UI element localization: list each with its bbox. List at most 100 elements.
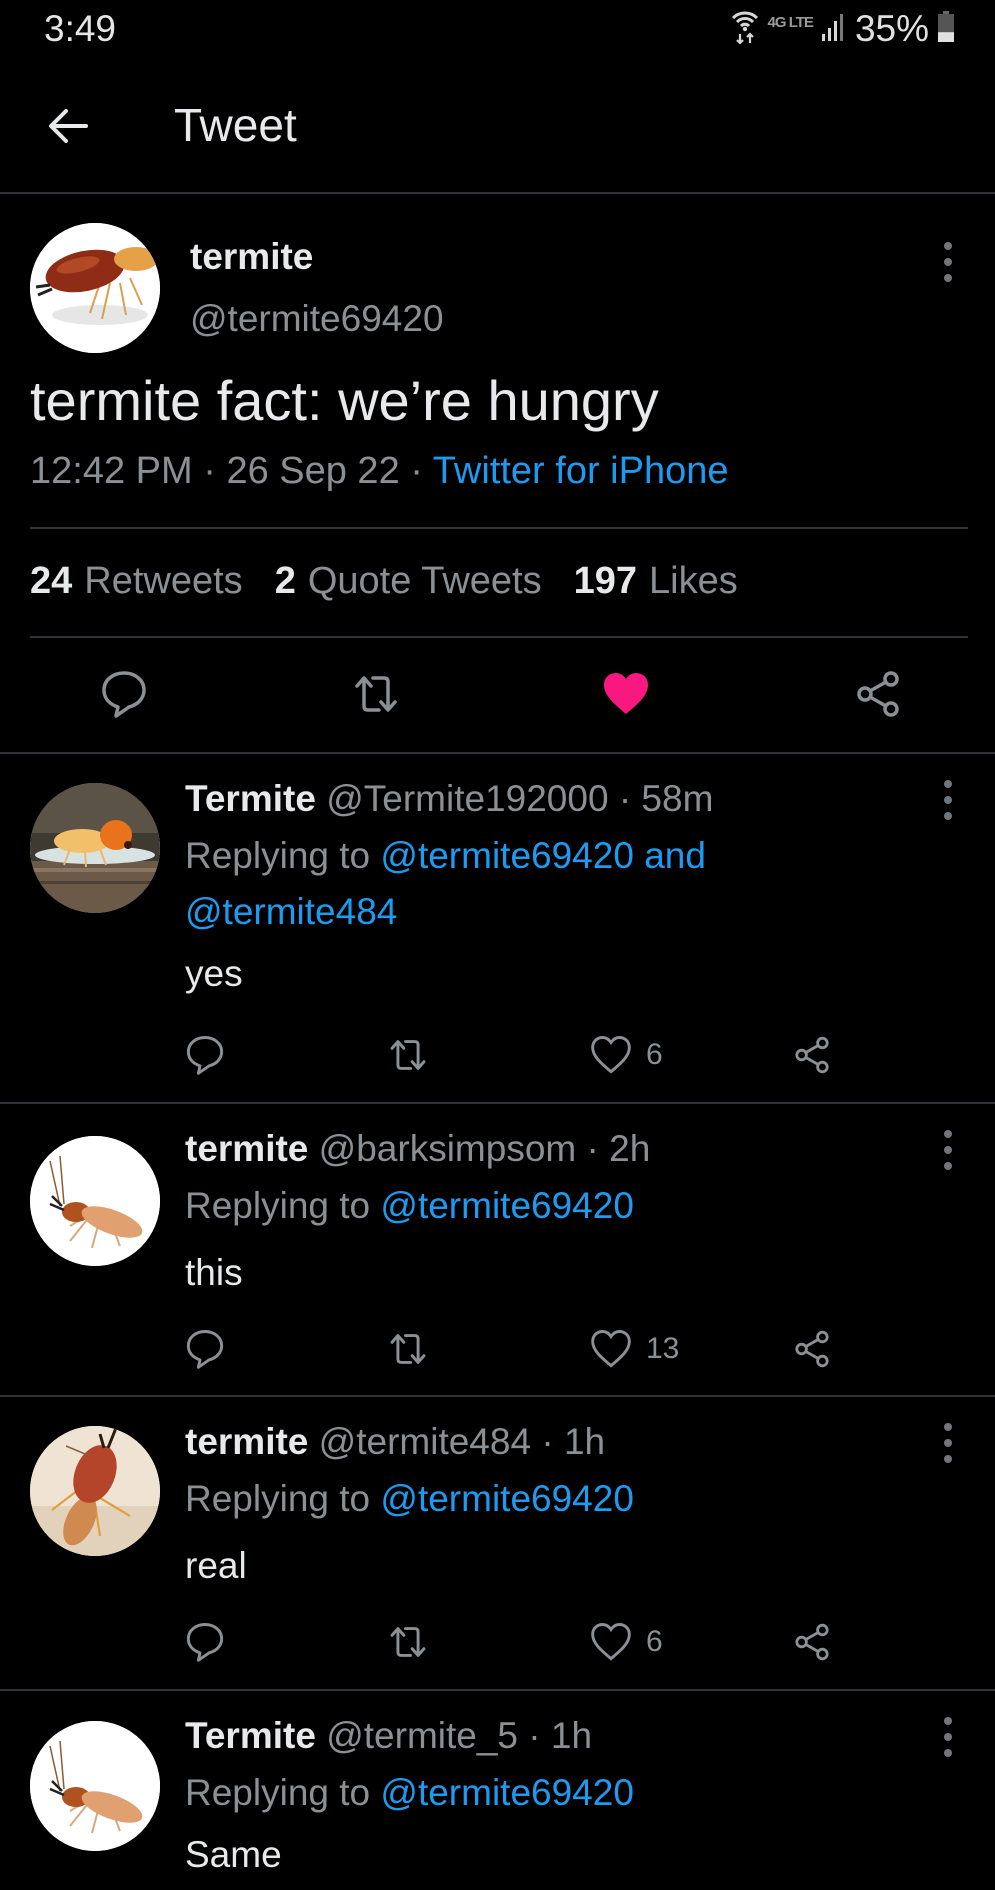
more-dot	[944, 796, 952, 804]
mention-link[interactable]: @termite69420	[380, 1772, 634, 1813]
avatar[interactable]	[30, 223, 160, 353]
share-button[interactable]	[850, 666, 906, 722]
reply-author-name[interactable]: termite	[185, 1421, 308, 1462]
stats-bottom-divider	[30, 636, 968, 638]
reply-author-handle[interactable]: @termite484	[319, 1421, 531, 1462]
tweet-stats: 24 Retweets 2 Quote Tweets 197 Likes	[30, 560, 738, 603]
mention-link[interactable]: @termite69420	[380, 1478, 634, 1519]
like-count: 6	[646, 1625, 663, 1658]
like-count: 13	[646, 1332, 680, 1365]
more-dot	[944, 1733, 952, 1741]
more-options-button[interactable]	[928, 770, 968, 830]
meta-separator: ·	[399, 450, 433, 492]
page-title: Tweet	[174, 99, 297, 151]
more-dot	[944, 780, 952, 788]
reply-item[interactable]: Termite @Termite192000 · 58m Replying to…	[0, 752, 995, 1102]
tweet-meta: 12:42 PM · 26 Sep 22 · Twitter for iPhon…	[30, 450, 728, 493]
reply-author-name[interactable]: Termite	[185, 778, 316, 819]
reply-actions: 6	[185, 1617, 845, 1667]
reply-avatar[interactable]	[30, 783, 160, 913]
reply-text: yes	[185, 953, 243, 994]
wifi-icon	[730, 9, 760, 50]
share-icon	[795, 1036, 829, 1074]
more-options-button[interactable]	[928, 1707, 968, 1767]
retweets-stat[interactable]: 24 Retweets	[30, 560, 243, 603]
mention-link[interactable]: @termite484	[185, 891, 397, 932]
battery-percent: 35%	[854, 8, 929, 49]
reply-avatar[interactable]	[30, 1136, 160, 1266]
reply-icon	[186, 1036, 224, 1075]
termite-avatar-image	[30, 783, 160, 913]
reply-avatar[interactable]	[30, 1426, 160, 1556]
meta-separator: ·	[192, 450, 227, 492]
more-options-button[interactable]	[928, 1413, 968, 1473]
retweet-button[interactable]	[385, 1324, 431, 1374]
reply-icon	[186, 1623, 224, 1662]
share-button[interactable]	[792, 1030, 832, 1080]
mention-link[interactable]: @termite69420 and	[380, 835, 706, 876]
retweet-button[interactable]	[348, 666, 404, 722]
termite-avatar-image	[30, 223, 160, 353]
quote-tweets-stat[interactable]: 2 Quote Tweets	[275, 560, 542, 603]
reply-icon	[186, 1330, 224, 1369]
author-name[interactable]: termite	[190, 236, 313, 278]
more-options-button[interactable]	[928, 1120, 968, 1180]
dot-separator: ·	[541, 1421, 554, 1462]
reply-text: Same	[185, 1834, 282, 1875]
network-4g-icon: 4G LTE	[767, 13, 814, 31]
reply-time: 2h	[609, 1128, 651, 1169]
replying-to-label: Replying to	[185, 1478, 371, 1519]
reply-author-handle[interactable]: @barksimpsom	[319, 1128, 577, 1169]
tweet-time: 12:42 PM	[30, 450, 193, 492]
like-icon	[591, 1623, 631, 1661]
reply-button[interactable]	[185, 1324, 225, 1374]
dot-separator: ·	[618, 778, 632, 819]
more-dot	[944, 1749, 952, 1757]
reply-author-handle[interactable]: @Termite192000	[326, 778, 608, 819]
reply-actions: 6	[185, 1030, 845, 1080]
like-icon	[591, 1036, 631, 1074]
reply-button[interactable]	[185, 1617, 225, 1667]
replying-to-label: Replying to	[185, 1772, 371, 1813]
share-button[interactable]	[792, 1324, 832, 1374]
reply-author-name[interactable]: termite	[185, 1128, 308, 1169]
mention-link[interactable]: @termite69420	[380, 1185, 634, 1226]
author-handle[interactable]: @termite69420	[190, 298, 444, 340]
retweet-button[interactable]	[385, 1030, 431, 1080]
reply-text: real	[185, 1545, 247, 1586]
tweet-source-link[interactable]: Twitter for iPhone	[433, 450, 729, 492]
like-button[interactable]: 6	[590, 1030, 663, 1080]
replying-to-label: Replying to	[185, 1185, 371, 1226]
reply-author-handle[interactable]: @termite_5	[326, 1715, 518, 1756]
more-dot	[944, 274, 952, 282]
retweets-count: 24	[30, 560, 73, 602]
more-dot	[944, 1717, 952, 1725]
reply-item[interactable]: termite @barksimpsom · 2h Replying to @t…	[0, 1102, 995, 1395]
like-button[interactable]: 6	[590, 1617, 663, 1667]
reply-author-name[interactable]: Termite	[185, 1715, 316, 1756]
retweet-icon	[390, 1040, 426, 1070]
replying-to-continued: @termite484	[185, 891, 397, 933]
like-button[interactable]: 13	[590, 1324, 679, 1374]
more-options-button[interactable]	[928, 232, 968, 292]
reply-actions: 13	[185, 1324, 845, 1374]
reply-time: 1h	[563, 1421, 606, 1462]
reply-button[interactable]	[185, 1030, 225, 1080]
reply-item[interactable]: Termite @termite_5 · 1h Replying to @ter…	[0, 1689, 995, 1890]
retweet-button[interactable]	[385, 1617, 431, 1667]
share-button[interactable]	[792, 1617, 832, 1667]
quote-tweets-count: 2	[274, 560, 296, 602]
reply-header: Termite @Termite192000 · 58m	[185, 778, 713, 820]
reply-item[interactable]: termite @termite484 · 1h Replying to @te…	[0, 1395, 995, 1689]
like-button[interactable]	[598, 666, 654, 722]
replying-to-label: Replying to	[185, 835, 371, 876]
share-icon	[795, 1330, 829, 1368]
dot-separator: ·	[586, 1128, 599, 1169]
reply-avatar[interactable]	[30, 1721, 160, 1851]
reply-text: this	[185, 1252, 243, 1293]
reply-button[interactable]	[96, 666, 152, 722]
more-dot	[944, 258, 952, 266]
likes-stat[interactable]: 197 Likes	[574, 560, 738, 603]
back-button[interactable]	[40, 100, 96, 156]
termite-avatar-image	[30, 1721, 160, 1851]
